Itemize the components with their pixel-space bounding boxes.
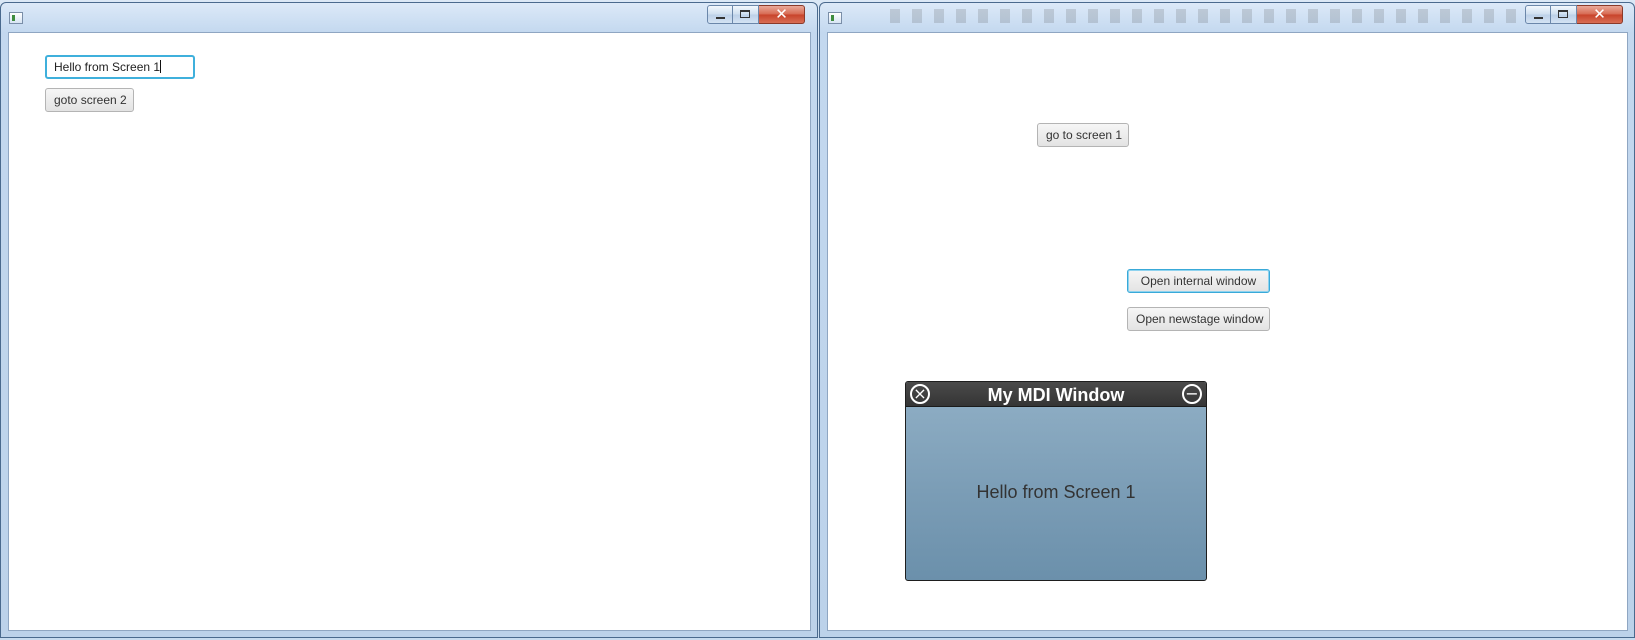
window-content: go to screen 1 Open internal window Open… (827, 32, 1628, 631)
maximize-icon (740, 10, 750, 18)
close-icon: ✕ (775, 5, 788, 23)
background-toolbar-reflection (890, 9, 1590, 23)
app-icon[interactable] (828, 12, 842, 24)
message-input[interactable]: Hello from Screen 1 (45, 55, 195, 79)
title-bar[interactable]: ✕ (1, 3, 817, 32)
close-icon: ✕ (1593, 5, 1606, 23)
close-button[interactable]: ✕ (759, 5, 805, 24)
mdi-title-bar[interactable]: × My MDI Window − (906, 382, 1206, 407)
mdi-window[interactable]: × My MDI Window − Hello from Screen 1 (905, 381, 1207, 581)
text-caret (160, 60, 162, 73)
message-input-value: Hello from Screen 1 (54, 60, 161, 74)
mdi-title: My MDI Window (987, 385, 1125, 405)
minimize-icon (1534, 17, 1543, 19)
title-bar[interactable]: ✕ (820, 3, 1634, 32)
window-content: Hello from Screen 1 goto screen 2 (8, 32, 811, 631)
minimize-icon (716, 17, 725, 19)
maximize-icon (1558, 10, 1568, 18)
open-newstage-window-button[interactable]: Open newstage window (1127, 307, 1270, 331)
minimize-button[interactable] (707, 5, 733, 24)
close-button[interactable]: ✕ (1577, 5, 1623, 24)
window-screen-2: ✕ go to screen 1 Open internal window Op… (819, 2, 1635, 638)
app-icon[interactable] (9, 12, 23, 24)
open-internal-window-button[interactable]: Open internal window (1127, 269, 1270, 293)
maximize-button[interactable] (733, 5, 759, 24)
goto-screen-2-button[interactable]: goto screen 2 (45, 88, 134, 112)
window-screen-1: ✕ Hello from Screen 1 goto screen 2 (0, 2, 818, 638)
minimize-button[interactable] (1525, 5, 1551, 24)
mdi-body-text: Hello from Screen 1 (976, 482, 1136, 502)
maximize-button[interactable] (1551, 5, 1577, 24)
minimize-circle-icon[interactable]: − (1182, 384, 1202, 404)
go-to-screen-1-button[interactable]: go to screen 1 (1037, 123, 1129, 147)
